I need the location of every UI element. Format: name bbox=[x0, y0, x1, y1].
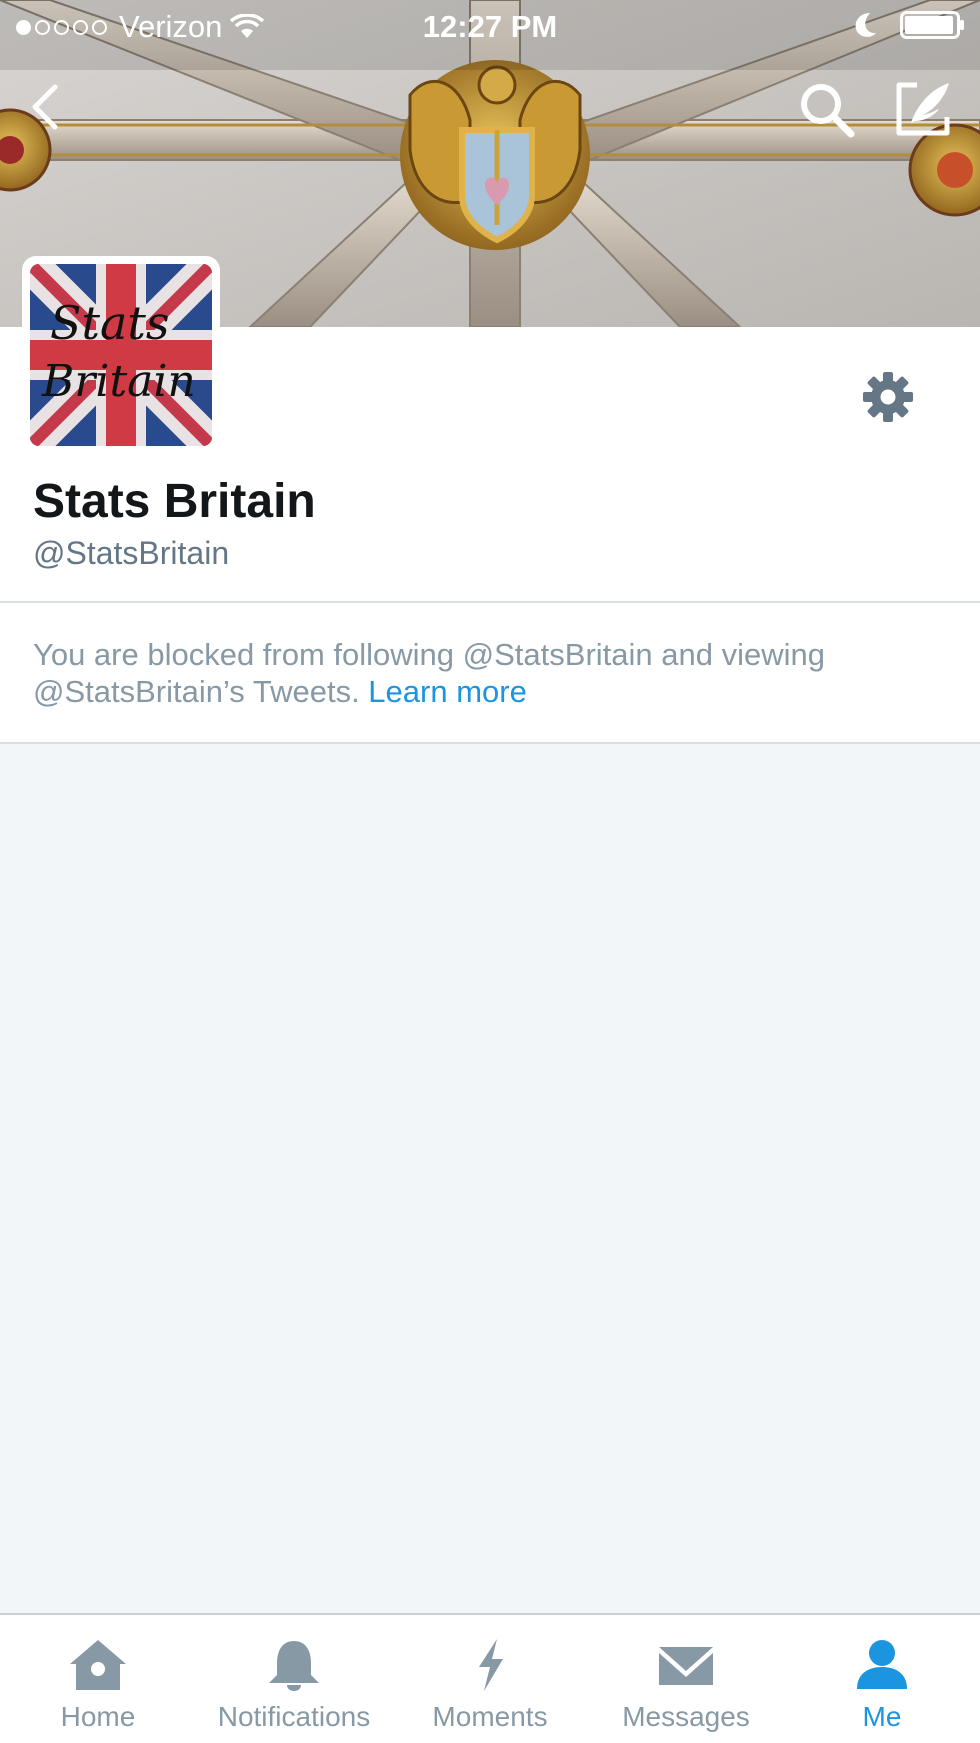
avatar-text-top: Stats bbox=[50, 296, 170, 350]
person-icon bbox=[857, 1640, 907, 1689]
learn-more-link[interactable]: Learn more bbox=[368, 674, 527, 709]
avatar-image: Stats Britain bbox=[30, 264, 212, 446]
tab-home-label: Home bbox=[60, 1701, 136, 1732]
envelope-icon bbox=[659, 1647, 713, 1685]
compose-tweet-button[interactable] bbox=[890, 76, 956, 142]
tab-home[interactable]: Home bbox=[0, 1615, 196, 1743]
tab-moments-label: Moments bbox=[432, 1701, 548, 1732]
compose-icon bbox=[896, 82, 950, 136]
search-button[interactable] bbox=[795, 78, 859, 142]
union-jack-avatar: Stats Britain bbox=[30, 264, 212, 446]
tab-notifications[interactable]: Notifications bbox=[196, 1615, 392, 1743]
tab-messages-label: Messages bbox=[622, 1701, 750, 1732]
battery-icon bbox=[900, 11, 964, 39]
home-icon bbox=[70, 1640, 126, 1690]
profile-screen: Verizon 12:27 PM Stats Britain Stats Bri… bbox=[0, 0, 980, 1743]
avatar[interactable]: Stats Britain bbox=[22, 256, 220, 454]
status-time: 12:27 PM bbox=[422, 9, 558, 44]
gear-icon bbox=[863, 372, 913, 422]
bell-icon bbox=[269, 1641, 319, 1691]
profile-handle: @StatsBritain bbox=[33, 535, 230, 571]
tab-me-label: Me bbox=[862, 1701, 902, 1732]
tab-messages[interactable]: Messages bbox=[588, 1615, 784, 1743]
avatar-text-bottom: Britain bbox=[41, 356, 196, 407]
blocked-notice: You are blocked from following @StatsBri… bbox=[0, 603, 980, 744]
status-bar: Verizon 12:27 PM bbox=[0, 0, 980, 54]
status-right bbox=[852, 10, 966, 40]
lightning-icon bbox=[479, 1639, 503, 1691]
profile-display-name: Stats Britain bbox=[33, 475, 316, 528]
back-button[interactable] bbox=[20, 82, 70, 132]
moon-icon bbox=[855, 13, 876, 37]
tab-notifications-label: Notifications bbox=[217, 1701, 371, 1732]
profile-settings-button[interactable] bbox=[862, 371, 914, 428]
search-icon bbox=[801, 84, 855, 138]
tab-me[interactable]: Me bbox=[784, 1615, 980, 1743]
chevron-left-icon bbox=[32, 84, 58, 130]
tab-moments[interactable]: Moments bbox=[392, 1615, 588, 1743]
tab-bar: Home Notifications Moments Messages Me bbox=[0, 1613, 980, 1743]
